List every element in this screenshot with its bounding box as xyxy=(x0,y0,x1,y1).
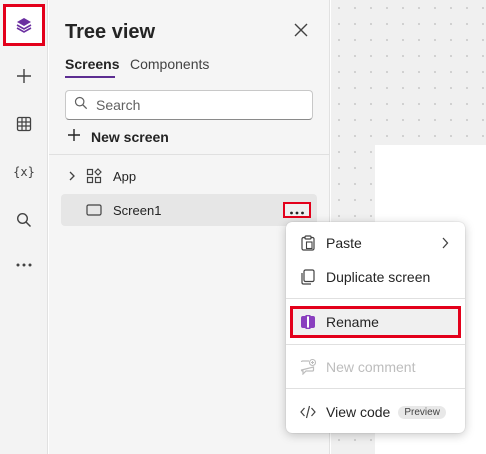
screen-icon xyxy=(83,204,105,216)
data-icon xyxy=(16,116,32,132)
menu-item-rename[interactable]: Rename xyxy=(290,306,461,338)
search-input[interactable] xyxy=(96,97,296,113)
preview-badge: Preview xyxy=(398,405,446,419)
new-screen-button[interactable]: New screen xyxy=(67,128,169,145)
menu-item-paste[interactable]: Paste xyxy=(290,227,461,259)
more-icon xyxy=(15,262,33,268)
menu-item-duplicate-screen[interactable]: Duplicate screen xyxy=(290,261,461,293)
paste-icon xyxy=(298,235,318,251)
context-menu: Paste Duplicate screen Rename New commen… xyxy=(286,222,465,433)
menu-item-label: Rename xyxy=(326,314,379,330)
tree-node-label: App xyxy=(113,168,137,184)
left-rail: {x} xyxy=(0,0,48,454)
chevron-right-icon[interactable] xyxy=(61,171,83,181)
app-window: {x} Tree view Screens Components Search … xyxy=(0,0,486,454)
menu-separator xyxy=(286,344,465,345)
search-rail-button[interactable] xyxy=(4,200,44,240)
code-icon xyxy=(298,405,318,419)
comment-icon xyxy=(298,359,318,375)
menu-separator xyxy=(286,388,465,389)
panel-title: Tree view xyxy=(65,21,156,43)
tree-node-label: Screen1 xyxy=(113,202,162,218)
menu-item-label: Paste xyxy=(326,235,362,251)
ellipsis-icon xyxy=(289,203,305,218)
menu-item-label: View code xyxy=(326,404,391,420)
more-rail-button[interactable] xyxy=(4,245,44,285)
insert-icon xyxy=(15,67,33,85)
new-screen-label: New screen xyxy=(91,128,169,145)
chevron-right-icon xyxy=(441,236,449,252)
tree-node-app[interactable]: App xyxy=(61,160,317,192)
duplicate-icon xyxy=(298,269,318,285)
tree-node-screen1[interactable]: Screen1 xyxy=(61,194,317,226)
search-icon xyxy=(16,212,32,228)
close-button[interactable] xyxy=(290,21,312,43)
close-icon xyxy=(294,23,308,42)
menu-item-view-code[interactable]: View code Preview xyxy=(290,396,461,428)
more-options-button[interactable] xyxy=(283,202,311,218)
tab-screens[interactable]: Screens xyxy=(65,56,119,72)
app-icon xyxy=(83,168,105,184)
menu-separator xyxy=(286,298,465,299)
tree-view-icon xyxy=(15,16,33,34)
tree-view-button[interactable] xyxy=(3,4,45,46)
divider xyxy=(49,154,330,155)
rename-icon xyxy=(298,314,318,330)
search-box[interactable] xyxy=(65,90,313,120)
search-icon xyxy=(74,96,88,115)
insert-button[interactable] xyxy=(4,56,44,96)
menu-item-label: New comment xyxy=(326,359,416,375)
active-tab-indicator xyxy=(65,76,115,78)
data-button[interactable] xyxy=(4,104,44,144)
variables-icon: {x} xyxy=(13,165,35,179)
add-icon xyxy=(67,128,91,145)
menu-item-new-comment[interactable]: New comment xyxy=(290,351,461,383)
tab-components[interactable]: Components xyxy=(130,56,209,72)
variables-button[interactable]: {x} xyxy=(4,152,44,192)
menu-item-label: Duplicate screen xyxy=(326,269,431,285)
